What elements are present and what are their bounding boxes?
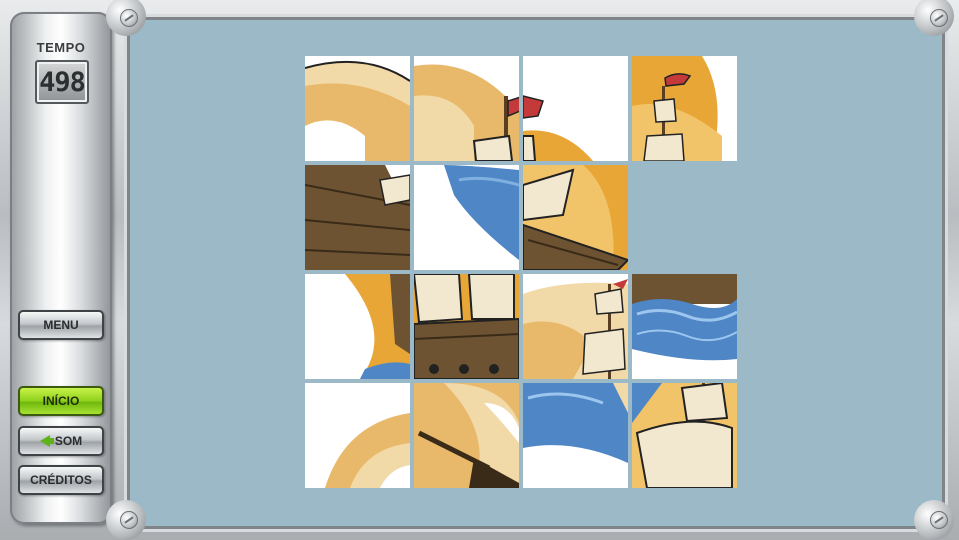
puzzle-tile[interactable]: [414, 383, 519, 488]
puzzle-tile[interactable]: [632, 56, 737, 161]
puzzle-tile[interactable]: [632, 274, 737, 379]
som-button-label: SOM: [54, 434, 83, 448]
puzzle-tile[interactable]: [523, 56, 628, 161]
puzzle-tile[interactable]: [414, 274, 519, 379]
inicio-button[interactable]: INÍCIO: [18, 386, 104, 416]
speaker-icon: [39, 435, 54, 447]
puzzle-tile[interactable]: [305, 165, 410, 270]
menu-button-label: MENU: [43, 318, 79, 332]
puzzle-grid: [305, 56, 738, 490]
creditos-button-label: CRÉDITOS: [30, 473, 92, 487]
inicio-button-label: INÍCIO: [42, 394, 80, 408]
screw-icon: [930, 511, 948, 529]
puzzle-tile[interactable]: [305, 383, 410, 488]
timer-label: TEMPO: [36, 40, 86, 55]
side-panel: TEMPO 498 MENU INÍCIO SOM CRÉDITOS: [10, 12, 112, 524]
empty-slot[interactable]: [632, 165, 737, 270]
timer-value: 498: [39, 67, 86, 98]
puzzle-tile[interactable]: [632, 383, 737, 488]
puzzle-tile[interactable]: [414, 165, 519, 270]
puzzle-tile[interactable]: [523, 274, 628, 379]
screw-icon: [120, 9, 138, 27]
menu-button[interactable]: MENU: [18, 310, 104, 340]
timer-display: 498: [35, 60, 89, 104]
puzzle-tile[interactable]: [523, 383, 628, 488]
som-button[interactable]: SOM: [18, 426, 104, 456]
screw-icon: [120, 511, 138, 529]
puzzle-tile[interactable]: [523, 165, 628, 270]
puzzle-tile[interactable]: [305, 56, 410, 161]
creditos-button[interactable]: CRÉDITOS: [18, 465, 104, 495]
puzzle-tile[interactable]: [305, 274, 410, 379]
screw-icon: [930, 9, 948, 27]
puzzle-tile[interactable]: [414, 56, 519, 161]
